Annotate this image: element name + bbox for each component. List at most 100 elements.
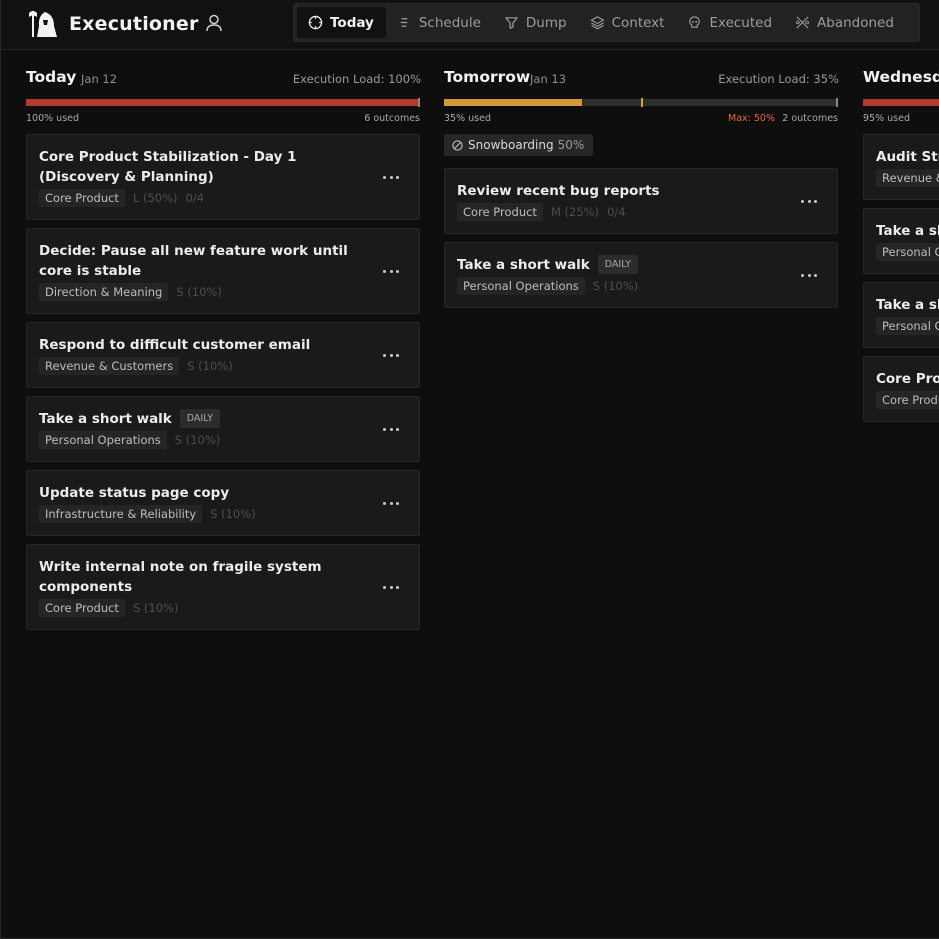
used-label: 100% used xyxy=(26,113,80,124)
more-options-icon[interactable] xyxy=(383,169,399,185)
more-options-icon[interactable] xyxy=(383,579,399,595)
card-meta: Personal Operations S (10%) xyxy=(39,431,375,449)
outcome-card[interactable]: Decide: Pause all new feature work until… xyxy=(26,228,420,314)
load-bar-meta: 95% used xyxy=(863,113,939,125)
area-tag[interactable]: Direction & Meaning xyxy=(39,283,169,301)
tab-schedule[interactable]: Schedule xyxy=(386,7,493,38)
execution-load: Execution Load: 35% xyxy=(718,72,839,86)
column-date: Jan 12 xyxy=(81,72,118,86)
tab-label: Today xyxy=(330,14,374,31)
card-meta: Core Product L (50%) 0/4 xyxy=(39,189,375,207)
outcome-card[interactable]: Take a short walk DAILY Personal Operation… xyxy=(26,396,420,462)
load-bar-end-marker xyxy=(418,98,420,107)
brand[interactable]: Executioner xyxy=(27,8,199,40)
more-options-icon[interactable] xyxy=(383,421,399,437)
card-title: Audit Strip xyxy=(876,149,939,165)
more-options-icon[interactable] xyxy=(383,347,399,363)
card-title: Update status page copy xyxy=(39,485,230,501)
load-bar-meta: 100% used 6 outcomes xyxy=(26,113,420,125)
daily-badge: DAILY xyxy=(597,255,639,274)
main-nav: Today Schedule Dump Context Executed Aba… xyxy=(293,3,920,42)
area-tag[interactable]: Infrastructure & Reliability xyxy=(39,505,203,523)
card-meta: Core Product S (10%) xyxy=(39,599,375,617)
funnel-icon xyxy=(505,17,518,29)
load-bar xyxy=(26,98,420,107)
card-list: Audit Strip Revenue & Take a sho Personal O… xyxy=(863,134,939,430)
card-title: Decide: Pause all new feature work until… xyxy=(39,243,348,279)
sort-lines-icon xyxy=(400,18,408,27)
outcome-card[interactable]: Update status page copy Infrastructure & … xyxy=(26,470,420,536)
card-title: Core Product Stabilization - Day 1 (Disc… xyxy=(39,149,297,185)
outcome-card[interactable]: Write internal note on fragile system co… xyxy=(26,544,420,630)
card-meta: Personal O xyxy=(876,317,939,335)
outcome-card[interactable]: Audit Strip Revenue & xyxy=(863,134,939,200)
tab-today[interactable]: Today xyxy=(297,7,386,38)
more-options-icon[interactable] xyxy=(383,263,399,279)
area-tag[interactable]: Core Product xyxy=(39,189,125,207)
column-title: Wednesda xyxy=(863,68,939,86)
outcome-card[interactable]: Take a sho Personal O xyxy=(863,208,939,274)
outcome-card[interactable]: Core Product Stabilization - Day 1 (Disc… xyxy=(26,134,420,220)
area-tag[interactable]: Personal O xyxy=(876,317,939,335)
size-estimate: M (25%) xyxy=(550,205,600,219)
more-options-icon[interactable] xyxy=(801,267,817,283)
card-meta: Direction & Meaning S (10%) xyxy=(39,283,375,301)
context-tag-label: Snowboarding xyxy=(468,138,554,152)
tab-context[interactable]: Context xyxy=(579,7,677,38)
outcome-card[interactable]: Respond to difficult customer email Reven… xyxy=(26,322,420,388)
subtask-progress: 0/4 xyxy=(607,205,626,219)
outcome-card[interactable]: Review recent bug reports Core Product M (… xyxy=(444,168,838,234)
area-tag[interactable]: Core Product xyxy=(39,599,125,617)
column-date: Jan 13 xyxy=(530,72,567,86)
load-bar-fill xyxy=(863,99,939,106)
card-title: Respond to difficult customer email xyxy=(39,337,311,353)
area-tag[interactable]: Revenue & Customers xyxy=(39,357,180,375)
more-options-icon[interactable] xyxy=(383,495,399,511)
executioner-logo-icon xyxy=(29,11,57,37)
tab-label: Executed xyxy=(709,14,773,31)
tab-label: Schedule xyxy=(418,14,481,31)
used-label: 95% used xyxy=(863,113,910,124)
tab-abandoned[interactable]: Abandoned xyxy=(784,7,906,38)
card-title: Take a short walk xyxy=(457,257,590,273)
layers-icon xyxy=(590,16,604,30)
skull-icon xyxy=(689,16,701,28)
size-estimate: S (10%) xyxy=(174,433,221,447)
area-tag[interactable]: Personal Operations xyxy=(39,431,167,449)
card-title-row: Take a sho xyxy=(876,295,939,315)
card-list: Review recent bug reports Core Product M (… xyxy=(444,168,838,316)
card-meta: Infrastructure & Reliability S (10%) xyxy=(39,505,375,523)
card-meta: Core Product M (25%) 0/4 xyxy=(457,203,793,221)
tab-label: Context xyxy=(611,14,665,31)
column-header: Today Jan 12 Execution Load: 100% xyxy=(26,68,421,90)
column-header: Wednesda xyxy=(863,68,939,90)
load-bar xyxy=(444,98,838,107)
execution-load: Execution Load: 100% xyxy=(292,72,421,86)
size-estimate: S (10%) xyxy=(592,279,639,293)
user-profile-icon[interactable] xyxy=(204,13,224,33)
outcome-card[interactable]: Take a sho Personal O xyxy=(863,282,939,348)
area-tag[interactable]: Revenue & xyxy=(876,169,939,187)
outcome-card[interactable]: Core Prod Refactorin Core Produ xyxy=(863,356,939,422)
tab-dump[interactable]: Dump xyxy=(493,7,579,38)
area-tag[interactable]: Core Produ xyxy=(876,391,939,409)
context-tag-chip[interactable]: Snowboarding 50% xyxy=(444,134,594,156)
tab-executed[interactable]: Executed xyxy=(676,7,784,38)
card-title-row: Respond to difficult customer email xyxy=(39,335,375,355)
subtask-progress: 0/4 xyxy=(185,191,205,205)
card-list: Core Product Stabilization - Day 1 (Disc… xyxy=(26,134,420,638)
card-title-row: Review recent bug reports xyxy=(457,181,793,201)
card-title-row: Take a short walk DAILY xyxy=(457,255,793,275)
more-options-icon[interactable] xyxy=(801,193,817,209)
area-tag[interactable]: Core Product xyxy=(457,203,543,221)
outcome-card[interactable]: Take a short walk DAILY Personal Operation… xyxy=(444,242,838,308)
card-meta: Personal O xyxy=(876,243,939,261)
column-header: Tomorrow Jan 13 Execution Load: 35% xyxy=(444,68,839,90)
card-title-row: Decide: Pause all new feature work until… xyxy=(39,241,375,281)
size-estimate: S (10%) xyxy=(187,359,233,373)
max-load-label: Max: 50% xyxy=(728,113,775,124)
area-tag[interactable]: Personal O xyxy=(876,243,939,261)
area-tag[interactable]: Personal Operations xyxy=(457,277,585,295)
load-bar-meta: 35% used Max: 50% 2 outcomes xyxy=(444,113,838,125)
card-meta: Revenue & xyxy=(876,169,939,187)
